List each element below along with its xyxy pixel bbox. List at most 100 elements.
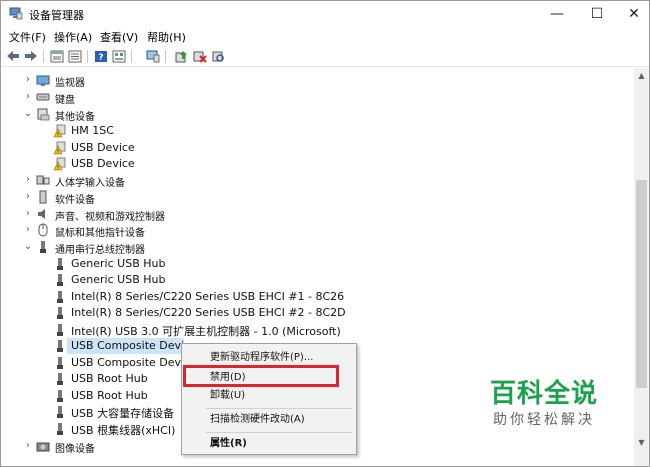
tree-item-monitors[interactable]: › 监视器 (1, 72, 634, 89)
menu-item-properties[interactable]: 属性(R) (182, 434, 356, 454)
properties-icon[interactable] (49, 49, 64, 63)
usb-icon (57, 423, 63, 435)
usb-icon (57, 307, 63, 319)
tree-item-hid[interactable]: › 人体学输入设备 (1, 172, 634, 189)
tree-label: 人体学输入设备 (55, 178, 125, 189)
tree-label: USB 大容量存储设备 (71, 407, 175, 420)
watermark-title: 百科全说 (489, 379, 598, 409)
usb-icon (57, 357, 63, 369)
tree-item-hm1sc[interactable]: ! HM 1SC (1, 123, 634, 139)
keyboard-icon (36, 93, 50, 101)
back-icon[interactable] (5, 49, 20, 63)
tree-item-usb-device[interactable]: ! USB Device (1, 156, 634, 172)
toolbar: ? (1, 45, 649, 67)
tree-label: USB Composite Device (71, 339, 197, 352)
usb-icon (57, 390, 63, 402)
menu-help[interactable]: 帮助(H) (147, 29, 186, 45)
tree-item-usb-controllers[interactable]: ⌄ 通用串行总线控制器 (1, 239, 634, 256)
chevron-right-icon[interactable]: › (23, 224, 33, 236)
details-icon[interactable] (111, 49, 126, 63)
tree-label: 监视器 (55, 78, 85, 89)
scroll-down-icon[interactable]: ▼ (634, 435, 649, 450)
forward-icon[interactable] (23, 49, 38, 63)
tree-item-other-devices[interactable]: ⌄ 其他设备 (1, 106, 634, 123)
unknown-device-icon (37, 108, 50, 121)
chevron-down-icon[interactable]: ⌄ (23, 108, 33, 120)
tree-label: USB Device (71, 141, 135, 154)
menu-separator (206, 408, 352, 409)
chevron-right-icon[interactable]: › (23, 174, 33, 186)
chevron-down-icon[interactable]: ⌄ (23, 241, 33, 253)
tree-label: 通用串行总线控制器 (55, 245, 145, 256)
tree-label: USB Composite Device (71, 356, 197, 369)
menu-file[interactable]: 文件(F) (9, 29, 46, 45)
device-manager-window: 设备管理器 — ☐ ✕ 文件(F) 操作(A) 查看(V) 帮助(H) ? › … (0, 0, 650, 467)
tree-label: Intel(R) 8 Series/C220 Series USB EHCI #… (71, 306, 346, 319)
tree-item-keyboards[interactable]: › 键盘 (1, 89, 634, 106)
speaker-icon (38, 209, 45, 219)
tree-item-software-devices[interactable]: › 软件设备 (1, 189, 634, 206)
tree-label: USB 根集线器(xHCI) (71, 424, 176, 437)
software-device-icon (39, 190, 47, 204)
vertical-scrollbar[interactable]: ▲ ▼ (634, 68, 649, 466)
menu-separator (206, 432, 352, 433)
watermark-subtitle: 助你轻松解决 (493, 412, 595, 428)
tree-label: HM 1SC (71, 124, 114, 137)
usb-icon (57, 373, 63, 385)
menu-action[interactable]: 操作(A) (54, 29, 92, 45)
scrollbar-thumb[interactable] (636, 180, 647, 388)
menu-item-scan-hardware[interactable]: 扫描检测硬件改动(A) (182, 410, 356, 430)
chevron-right-icon[interactable]: › (23, 191, 33, 203)
tree-item-ehci-1[interactable]: Intel(R) 8 Series/C220 Series USB EHCI #… (1, 289, 634, 305)
usb-icon (57, 274, 63, 286)
tree-label: Generic USB Hub (71, 273, 166, 286)
title-bar[interactable]: 设备管理器 — ☐ ✕ (1, 1, 649, 27)
maximize-button[interactable]: ☐ (577, 1, 617, 27)
tree-item-audio[interactable]: › 声音、视频和游戏控制器 (1, 206, 634, 223)
chevron-right-icon[interactable]: › (23, 74, 33, 86)
usb-icon (57, 406, 63, 418)
svg-text:?: ? (98, 53, 103, 63)
chevron-right-icon[interactable]: › (23, 91, 33, 103)
scroll-up-icon[interactable]: ▲ (634, 68, 649, 83)
menu-view[interactable]: 查看(V) (100, 29, 138, 45)
window-title: 设备管理器 (29, 9, 84, 22)
tree-item-usb-hub[interactable]: Generic USB Hub (1, 256, 634, 272)
scan-icon[interactable] (210, 49, 225, 63)
usb-icon (57, 258, 63, 270)
tree-item-usb-hub[interactable]: Generic USB Hub (1, 272, 634, 288)
tree-label: USB Device (71, 157, 135, 170)
tree-label: 声音、视频和游戏控制器 (55, 212, 165, 223)
monitor-icon (36, 75, 50, 86)
tree-item-mice[interactable]: › 鼠标和其他指针设备 (1, 222, 634, 239)
chevron-right-icon[interactable]: › (23, 440, 33, 452)
tree-item-xhci-controller[interactable]: Intel(R) USB 3.0 可扩展主机控制器 - 1.0 (Microso… (1, 322, 634, 338)
help-icon[interactable]: ? (93, 49, 108, 63)
tree-label: 键盘 (55, 95, 75, 106)
close-button[interactable]: ✕ (614, 1, 649, 27)
usb-icon (57, 291, 63, 303)
usb-icon (40, 241, 46, 253)
list-icon[interactable] (67, 49, 82, 63)
tree-label: USB Root Hub (71, 389, 148, 402)
uninstall-icon[interactable] (192, 49, 207, 63)
svg-text:!: ! (57, 131, 59, 138)
tree-label: 软件设备 (55, 195, 95, 206)
tree-label: USB Root Hub (71, 372, 148, 385)
tree-item-usb-device[interactable]: ! USB Device (1, 140, 634, 156)
tree-item-ehci-2[interactable]: Intel(R) 8 Series/C220 Series USB EHCI #… (1, 305, 634, 321)
tree-label: 鼠标和其他指针设备 (55, 228, 145, 239)
svg-text:!: ! (57, 148, 59, 155)
hid-icon (36, 175, 50, 185)
device-manager-icon (9, 7, 23, 20)
monitor-icon[interactable] (145, 49, 160, 63)
minimize-button[interactable]: — (537, 1, 577, 27)
warning-device-icon: ! (53, 124, 66, 138)
chevron-right-icon[interactable]: › (23, 208, 33, 220)
update-driver-icon[interactable] (173, 49, 188, 63)
usb-icon (57, 340, 63, 352)
annotation-highlight-box (183, 365, 339, 387)
tree-label: Intel(R) USB 3.0 可扩展主机控制器 - 1.0 (Microso… (71, 325, 341, 338)
mouse-icon (38, 223, 48, 237)
menu-item-uninstall[interactable]: 卸载(U) (182, 386, 356, 406)
